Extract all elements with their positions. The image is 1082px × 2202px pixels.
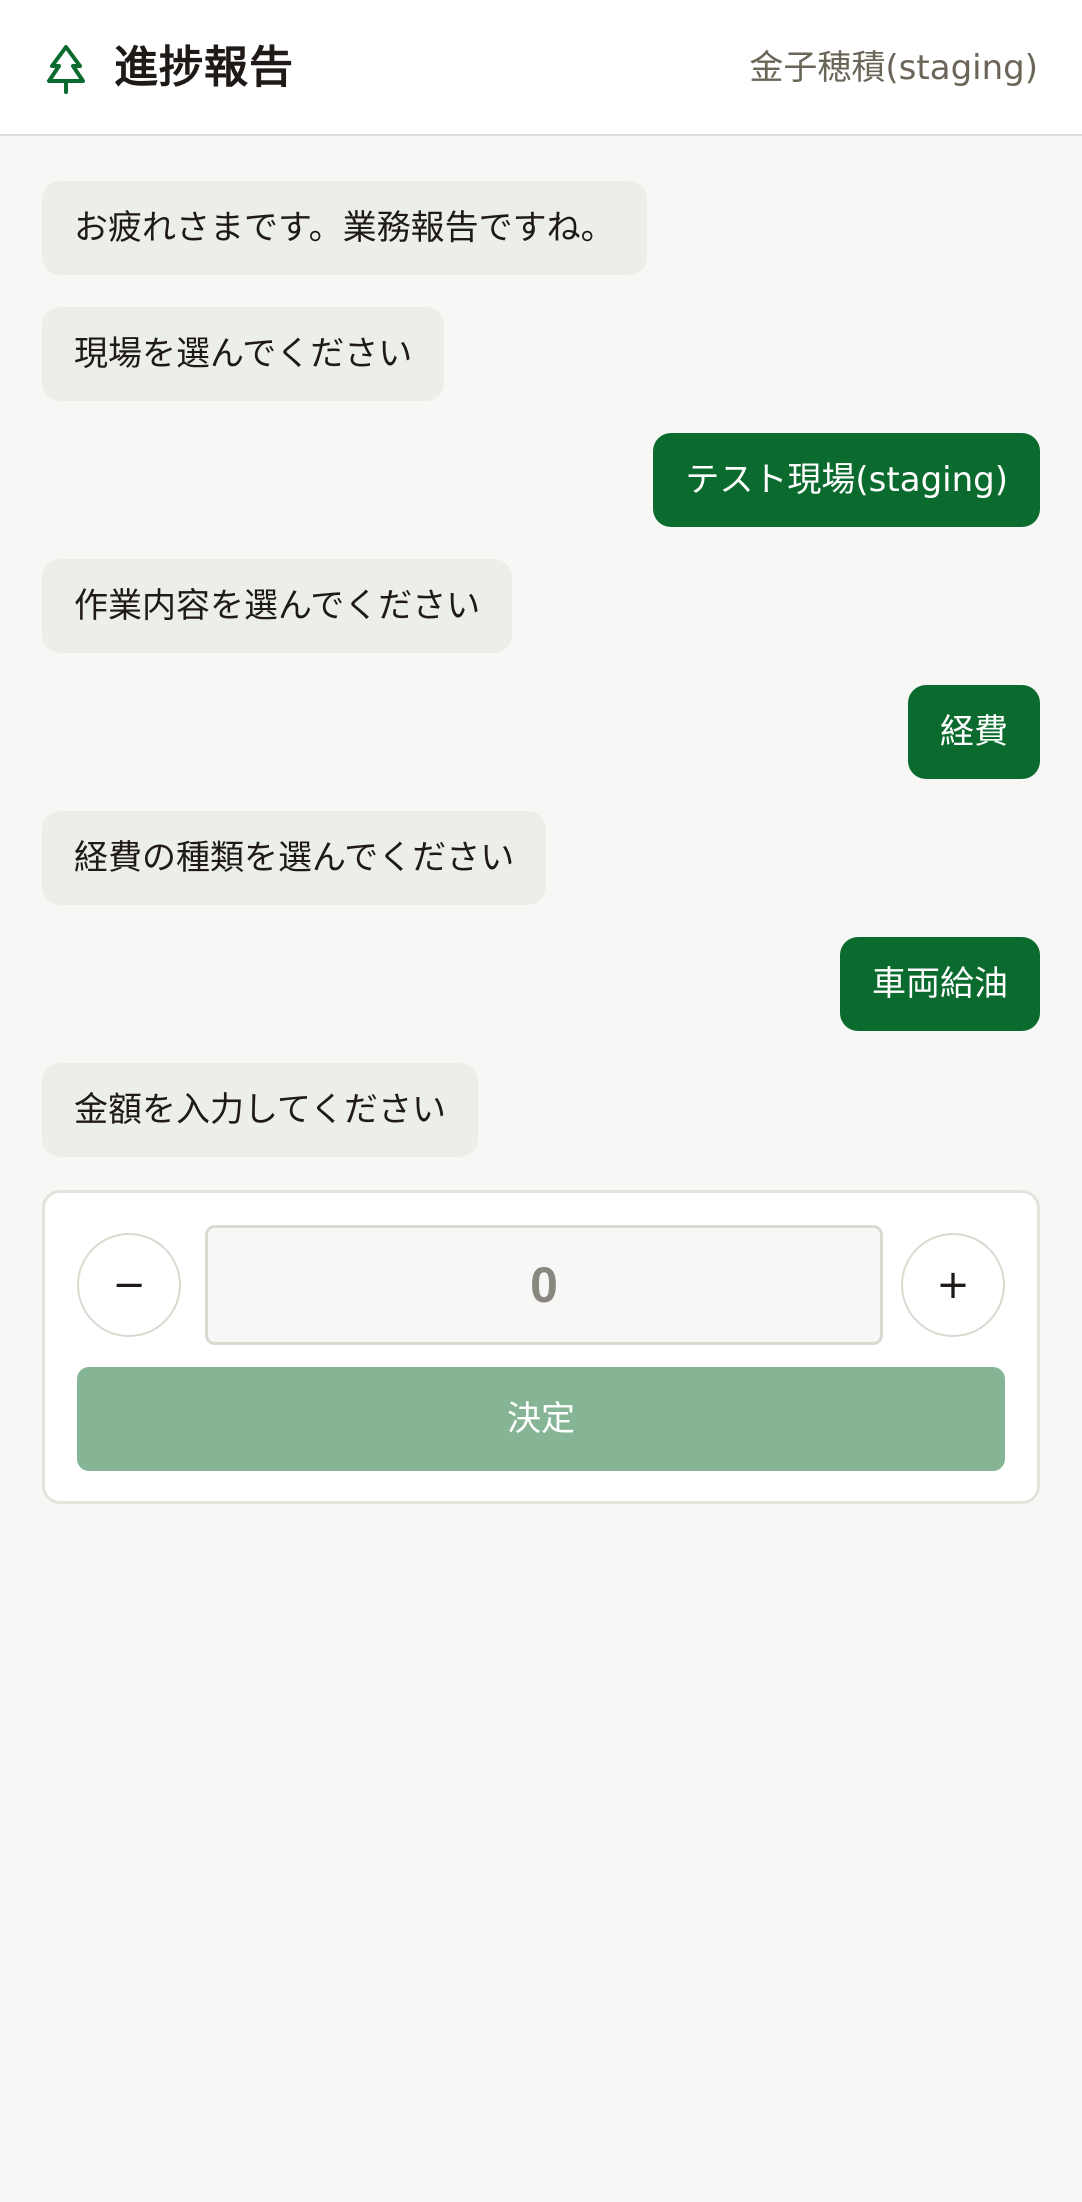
amount-input-card: − + 決定 bbox=[42, 1190, 1040, 1504]
user-name: 金子穂積(staging) bbox=[749, 48, 1038, 88]
bot-message: 金額を入力してください bbox=[42, 1063, 478, 1157]
decrement-button[interactable]: − bbox=[77, 1233, 181, 1337]
user-message: 経費 bbox=[908, 685, 1040, 779]
page-title: 進捗報告 bbox=[114, 42, 294, 93]
user-message: 車両給油 bbox=[840, 937, 1040, 1031]
bot-message: 現場を選んでください bbox=[42, 307, 445, 401]
bot-message: お疲れさまです。業務報告ですね。 bbox=[42, 181, 647, 275]
submit-button[interactable]: 決定 bbox=[77, 1367, 1005, 1471]
increment-button[interactable]: + bbox=[901, 1233, 1005, 1337]
app-header: 進捗報告 金子穂積(staging) bbox=[0, 0, 1082, 136]
tree-icon bbox=[47, 45, 85, 94]
bot-message: 経費の種類を選んでください bbox=[42, 811, 547, 905]
amount-field[interactable] bbox=[205, 1225, 883, 1345]
user-message: テスト現場(staging) bbox=[653, 433, 1040, 527]
bot-message: 作業内容を選んでください bbox=[42, 559, 513, 653]
